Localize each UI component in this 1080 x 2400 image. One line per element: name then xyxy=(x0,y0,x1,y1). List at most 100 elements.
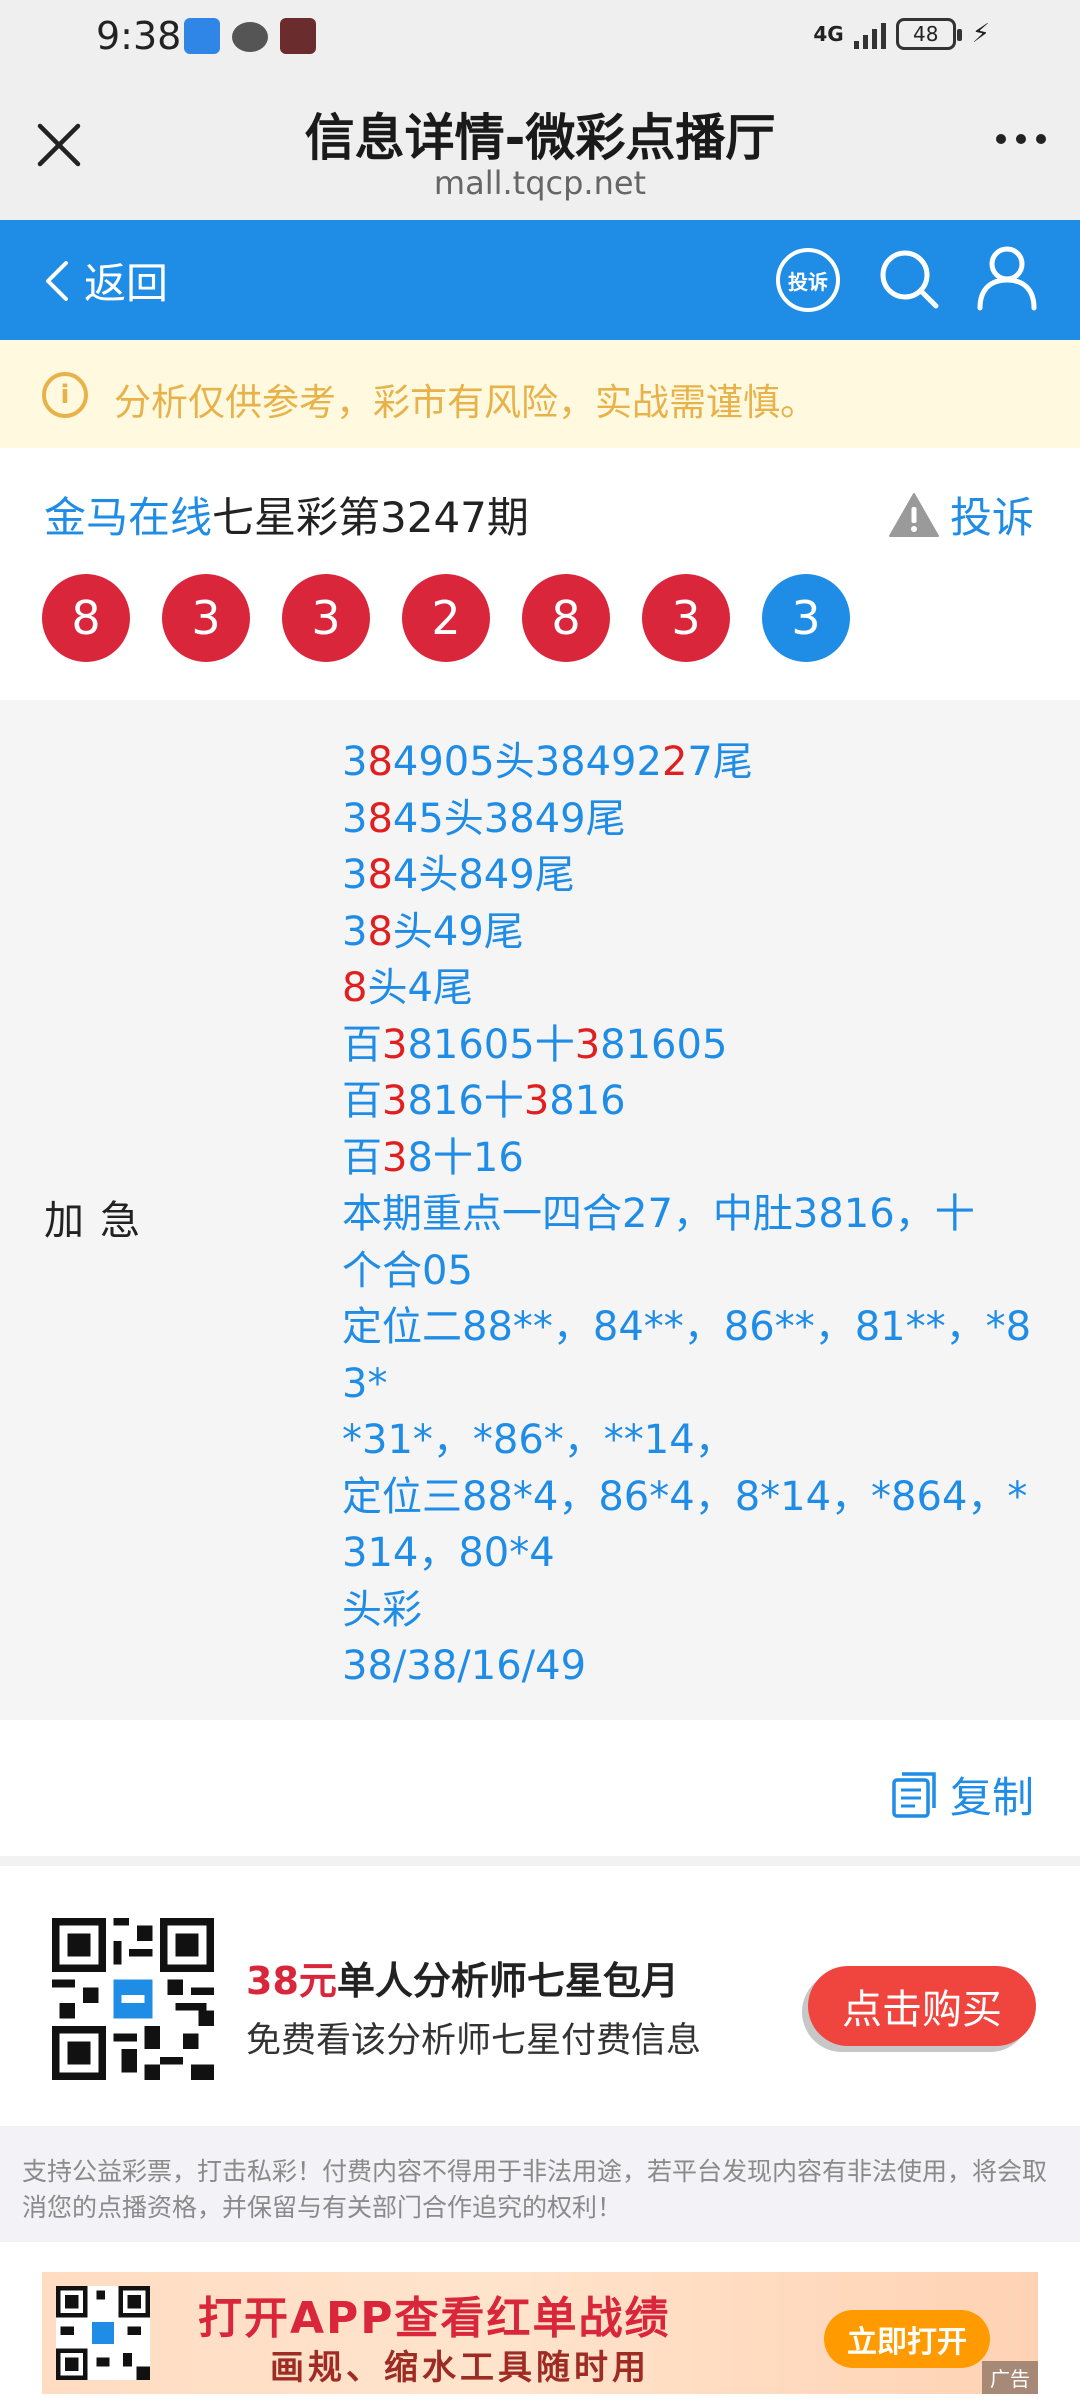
complain-button[interactable]: 投诉 xyxy=(776,248,840,312)
info-icon: i xyxy=(42,372,88,418)
highlighted-digit: 8 xyxy=(367,795,393,842)
analysis-line: 384头849尾 xyxy=(342,847,1042,904)
open-app-button[interactable]: 立即打开 xyxy=(824,2310,990,2368)
analysis-line: 百381605十381605 xyxy=(342,1017,1042,1074)
analysis-text: 定位三88*4，86*4，8*14，*864，* xyxy=(342,1473,1028,1520)
back-button[interactable]: 返回 xyxy=(44,250,168,311)
more-options-button[interactable] xyxy=(996,134,1046,144)
highlighted-digit: 8 xyxy=(342,965,368,1011)
issue-title: 金马在线七星彩第3247期 xyxy=(44,484,529,545)
status-right: 4G 48 ⚡ xyxy=(813,18,990,50)
analysis-text: 百 xyxy=(342,1078,382,1124)
analysis-line: 定位二88**，84**，86**，81**，*8 xyxy=(342,1299,1042,1356)
draw-number-ball: 2 xyxy=(402,574,490,662)
user-icon[interactable] xyxy=(974,242,1040,312)
issue-name: 七星彩第3247期 xyxy=(212,493,529,542)
analysis-text: 定位二88**，84**，86**，81**，*8 xyxy=(342,1304,1032,1350)
browser-title-bar: 信息详情-微彩点播厅 mall.tqcp.net xyxy=(0,80,1080,220)
draw-number-ball: 8 xyxy=(522,574,610,662)
analysis-text: 3* xyxy=(342,1360,388,1407)
copy-button[interactable]: 复制 xyxy=(890,1764,1034,1825)
chevron-left-icon xyxy=(46,260,68,301)
analysis-line: 8头4尾 xyxy=(342,960,1042,1017)
analysis-section: 加急 384905头3849227尾 3845头3849尾 384头849尾 38头4… xyxy=(0,700,1080,1720)
analysis-text: 8十16 xyxy=(407,1134,524,1181)
analysis-text: 3 xyxy=(342,739,368,785)
analysis-text: 4头849尾 xyxy=(392,852,575,898)
status-time: 9:38 xyxy=(96,14,182,58)
network-type: 4G xyxy=(813,22,844,46)
analysis-line: 38头49尾 xyxy=(342,904,1042,961)
copy-label: 复制 xyxy=(949,1773,1034,1822)
highlighted-digit: 8 xyxy=(367,852,393,898)
copy-icon xyxy=(892,1771,936,1818)
analysis-text: 个合05 xyxy=(342,1247,473,1294)
complain-link-label: 投诉 xyxy=(949,493,1034,542)
analysis-text: 本期重点一四合27，中肚3816，十 xyxy=(342,1191,975,1237)
offer-title: 38元单人分析师七星包月 xyxy=(246,1950,679,2005)
offer-price: 38元 xyxy=(246,1959,337,2003)
copy-row: 复制 xyxy=(0,1720,1080,1856)
dot-icon xyxy=(1016,134,1026,144)
analysis-line: 定位三88*4，86*4，8*14，*864，* xyxy=(342,1469,1042,1526)
page-url: mall.tqcp.net xyxy=(433,164,647,202)
complain-link[interactable]: 投诉 xyxy=(888,484,1034,545)
offer-name: 单人分析师七星包月 xyxy=(336,1959,679,2003)
notification-icons xyxy=(184,18,316,54)
ad-headline: 打开APP查看红单战绩 xyxy=(198,2293,671,2344)
qr-code-icon xyxy=(52,1918,214,2080)
search-icon[interactable] xyxy=(876,246,942,312)
analysis-line: 38/38/16/49 xyxy=(342,1638,1042,1695)
dot-icon xyxy=(996,134,1006,144)
app-ad-banner[interactable]: 打开APP查看红单战绩 画规、缩水工具随时用 立即打开 广告 xyxy=(42,2272,1038,2394)
analysis-text: 3 xyxy=(342,852,368,898)
status-bar: 9:38 4G 48 ⚡ xyxy=(0,0,1080,80)
analysis-text: 百 xyxy=(342,1134,382,1181)
analysis-text: 头4尾 xyxy=(367,965,473,1011)
analysis-text: 头49尾 xyxy=(392,908,524,955)
risk-warning-bar: i 分析仅供参考，彩市有风险，实战需谨慎。 xyxy=(0,340,1080,448)
warning-text: 分析仅供参考，彩市有风险，实战需谨慎。 xyxy=(114,381,817,424)
analysis-line: *31*，*86*，**14， xyxy=(342,1412,1042,1469)
analysis-content: 384905头3849227尾 3845头3849尾 384头849尾 38头49尾 8… xyxy=(342,734,1042,1695)
analysis-text: 3 xyxy=(342,908,368,955)
highlighted-digit: 3 xyxy=(574,1021,601,1068)
analysis-line: 314，80*4 xyxy=(342,1525,1042,1582)
analysis-text: 81605十 xyxy=(407,1021,575,1068)
analyst-source-link[interactable]: 金马在线 xyxy=(44,493,212,542)
purchase-section: 38元单人分析师七星包月 免费看该分析师七星付费信息 点击购买 xyxy=(0,1856,1080,2126)
ad-qr-code-icon xyxy=(56,2286,150,2380)
complain-badge-label: 投诉 xyxy=(788,269,828,294)
analysis-text: 38/38/16/49 xyxy=(342,1643,587,1689)
issue-section: 金马在线七星彩第3247期 投诉 8332833 xyxy=(0,448,1080,700)
ad-subtitle: 画规、缩水工具随时用 xyxy=(270,2348,650,2388)
highlighted-digit: 3 xyxy=(382,1078,408,1124)
buy-button[interactable]: 点击购买 xyxy=(808,1966,1036,2046)
battery-icon: 48 xyxy=(895,18,962,50)
analysis-text: 314，80*4 xyxy=(342,1530,555,1576)
home-app-icon xyxy=(184,18,220,54)
warning-triangle-icon xyxy=(888,492,939,537)
analysis-text: 81605 xyxy=(600,1021,728,1068)
highlighted-digit: 8 xyxy=(367,739,393,785)
analysis-text: 45头3849尾 xyxy=(392,795,626,842)
analysis-line: 本期重点一四合27，中肚3816，十 xyxy=(342,1186,1042,1243)
analysis-text: 4905头38492 xyxy=(392,739,662,785)
app-notification-icon xyxy=(280,18,316,54)
highlighted-digit: 3 xyxy=(382,1134,408,1181)
analysis-text: 百 xyxy=(342,1021,382,1068)
analysis-line: 384905头3849227尾 xyxy=(342,734,1042,791)
highlighted-digit: 3 xyxy=(523,1078,550,1124)
offer-subtitle: 免费看该分析师七星付费信息 xyxy=(246,2021,702,2061)
analysis-line: 百38十16 xyxy=(342,1130,1042,1187)
analysis-line: 3845头3849尾 xyxy=(342,791,1042,848)
signal-icon xyxy=(853,19,886,49)
draw-number-ball: 8 xyxy=(42,574,130,662)
draw-number-ball: 3 xyxy=(642,574,730,662)
analysis-category-label: 加急 xyxy=(44,1198,156,1244)
highlighted-digit: 3 xyxy=(382,1021,408,1068)
analysis-text: 816十 xyxy=(407,1078,524,1124)
draw-number-ball: 3 xyxy=(162,574,250,662)
analysis-text: 头彩 xyxy=(342,1586,422,1633)
draw-numbers: 8332833 xyxy=(42,574,850,662)
